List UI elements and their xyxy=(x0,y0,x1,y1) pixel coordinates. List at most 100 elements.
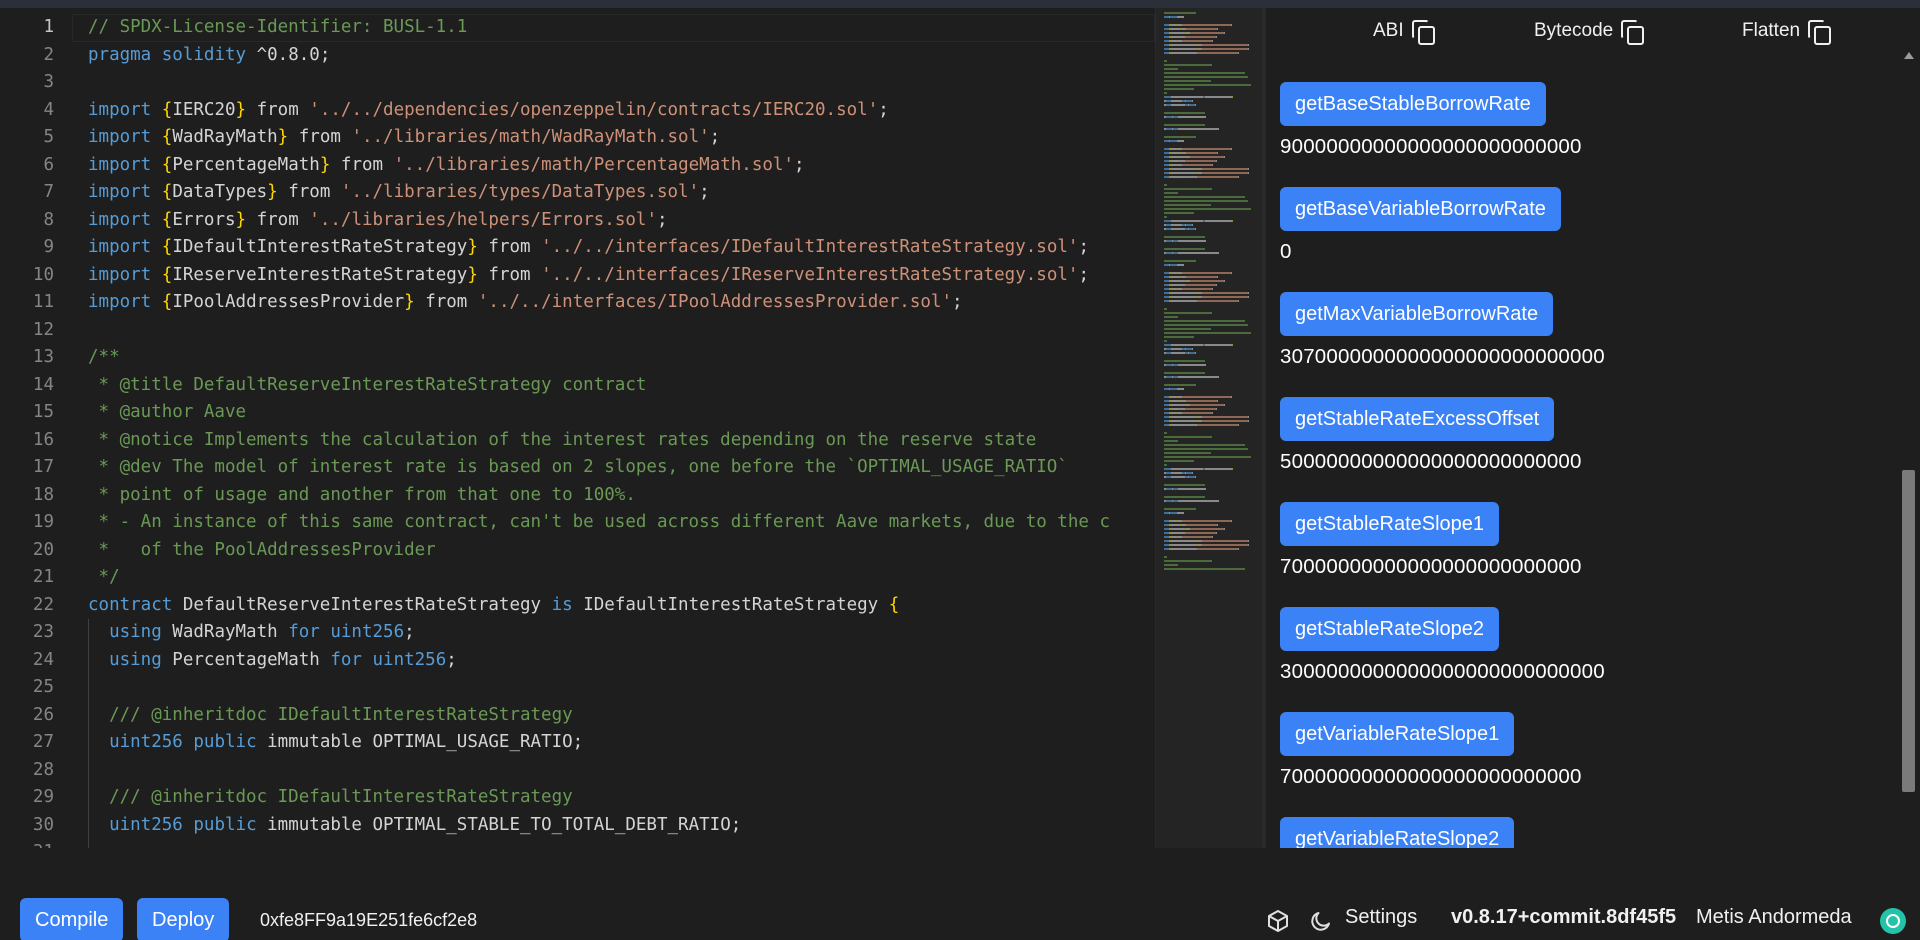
code-line[interactable]: 28 xyxy=(0,757,1155,785)
code-line[interactable]: 7 import {DataTypes} from '../libraries/t… xyxy=(0,179,1155,207)
code-editor[interactable]: 1 // SPDX-License-Identifier: BUSL-1.1 2 pr… xyxy=(0,8,1155,848)
code-text[interactable]: using PercentageMath for uint256; xyxy=(88,647,457,675)
code-text[interactable]: * of the PoolAddressesProvider xyxy=(88,537,436,565)
compile-button[interactable]: Compile xyxy=(20,898,124,940)
code-line[interactable]: 20 * of the PoolAddressesProvider xyxy=(0,537,1155,565)
minimap-mark xyxy=(1171,104,1185,106)
function-call-button[interactable]: getMaxVariableBorrowRate xyxy=(1280,292,1554,336)
code-text[interactable]: */ xyxy=(88,564,120,592)
compiler-version[interactable]: v0.8.17+commit.8df45f5 xyxy=(1451,906,1684,929)
code-line[interactable]: 4 import {IERC20} from '../../dependencie… xyxy=(0,97,1155,125)
moon-icon[interactable] xyxy=(1309,909,1333,933)
scroll-up-arrow-icon[interactable] xyxy=(1904,52,1914,59)
code-text[interactable]: * @title DefaultReserveInterestRateStrat… xyxy=(88,372,647,400)
function-call-button[interactable]: getStableRateSlope2 xyxy=(1280,607,1500,651)
code-line[interactable]: 14 * @title DefaultReserveInterestRateSt… xyxy=(0,372,1155,400)
code-text[interactable]: * @dev The model of interest rate is bas… xyxy=(88,454,1068,482)
code-line[interactable]: 17 * @dev The model of interest rate is … xyxy=(0,454,1155,482)
code-line[interactable]: 6 import {PercentageMath} from '../librar… xyxy=(0,152,1155,180)
tab-bytecode[interactable]: Bytecode xyxy=(1534,14,1645,48)
code-text[interactable]: * - An instance of this same contract, c… xyxy=(88,509,1110,537)
code-text[interactable]: pragma solidity ^0.8.0; xyxy=(88,42,330,70)
code-text[interactable]: import {IERC20} from '../../dependencies… xyxy=(88,97,889,125)
minimap-mark xyxy=(1170,264,1177,266)
code-line[interactable]: 23 using WadRayMath for uint256; xyxy=(0,619,1155,647)
code-text[interactable]: import {WadRayMath} from '../libraries/m… xyxy=(88,124,720,152)
code-line[interactable]: 10 import {IReserveInterestRateStrategy} … xyxy=(0,262,1155,290)
code-text[interactable]: import {DataTypes} from '../libraries/ty… xyxy=(88,179,710,207)
tab-abi[interactable]: ABI xyxy=(1373,14,1435,48)
code-line[interactable]: 24 using PercentageMath for uint256; xyxy=(0,647,1155,675)
code-token: */ xyxy=(88,567,120,587)
cube-icon[interactable] xyxy=(1266,909,1290,933)
function-call-button[interactable]: getVariableRateSlope2 xyxy=(1280,817,1515,848)
code-line[interactable]: 31 xyxy=(0,839,1155,848)
code-line[interactable]: 27 uint256 public immutable OPTIMAL_USAG… xyxy=(0,729,1155,757)
line-number: 27 xyxy=(32,732,54,752)
code-line[interactable]: 3 xyxy=(0,69,1155,97)
code-text[interactable]: // SPDX-License-Identifier: BUSL-1.1 xyxy=(88,14,467,42)
tab-flatten[interactable]: Flatten xyxy=(1742,14,1832,48)
contract-address-field[interactable] xyxy=(260,898,482,940)
minimap-mark xyxy=(1197,548,1238,550)
code-text[interactable]: /// @inheritdoc IDefaultInterestRateStra… xyxy=(88,702,573,730)
code-text[interactable]: import {IPoolAddressesProvider} from '..… xyxy=(88,289,963,317)
code-line[interactable]: 13 /** xyxy=(0,344,1155,372)
code-text[interactable]: * @author Aave xyxy=(88,399,247,427)
minimap-mark xyxy=(1248,292,1249,294)
code-line[interactable]: 15 * @author Aave xyxy=(0,399,1155,427)
code-line[interactable]: 2 pragma solidity ^0.8.0; xyxy=(0,42,1155,70)
minimap-mark xyxy=(1202,44,1248,46)
minimap-mark xyxy=(1164,464,1167,466)
minimap-mark xyxy=(1178,252,1219,254)
code-text[interactable]: /** xyxy=(88,344,120,372)
code-line[interactable]: 5 import {WadRayMath} from '../libraries/… xyxy=(0,124,1155,152)
settings-link[interactable]: Settings xyxy=(1345,906,1417,929)
copy-icon[interactable] xyxy=(1808,20,1832,45)
network-name[interactable]: Metis Andormeda xyxy=(1696,906,1852,929)
code-text[interactable]: * @notice Implements the calculation of … xyxy=(88,427,1037,455)
line-number: 16 xyxy=(32,429,54,450)
code-line[interactable]: 30 uint256 public immutable OPTIMAL_STAB… xyxy=(0,812,1155,840)
code-text[interactable]: uint256 public immutable OPTIMAL_STABLE_… xyxy=(88,812,741,840)
code-text[interactable]: import {Errors} from '../libraries/helpe… xyxy=(88,207,668,235)
code-text[interactable]: /// @inheritdoc IDefaultInterestRateStra… xyxy=(88,784,573,812)
code-line[interactable]: 9 import {IDefaultInterestRateStrategy} f… xyxy=(0,234,1155,262)
code-line[interactable]: 22 contract DefaultReserveInterestRateStr… xyxy=(0,592,1155,620)
function-call-button[interactable]: getStableRateExcessOffset xyxy=(1280,397,1555,441)
code-text[interactable]: import {PercentageMath} from '../librari… xyxy=(88,152,805,180)
minimap-mark xyxy=(1164,556,1167,558)
code-text[interactable]: using WadRayMath for uint256; xyxy=(88,619,415,647)
function-call-button[interactable]: getStableRateSlope1 xyxy=(1280,502,1500,546)
code-line[interactable]: 8 import {Errors} from '../libraries/help… xyxy=(0,207,1155,235)
function-call-button[interactable]: getBaseVariableBorrowRate xyxy=(1280,187,1561,231)
code-text[interactable]: uint256 public immutable OPTIMAL_USAGE_R… xyxy=(88,729,583,757)
code-line[interactable]: 18 * point of usage and another from tha… xyxy=(0,482,1155,510)
code-line[interactable]: 29 /// @inheritdoc IDefaultInterestRateS… xyxy=(0,784,1155,812)
copy-icon[interactable] xyxy=(1621,20,1645,45)
code-line[interactable]: 12 xyxy=(0,317,1155,345)
code-text[interactable]: import {IDefaultInterestRateStrategy} fr… xyxy=(88,234,1089,262)
function-call-button[interactable]: getVariableRateSlope1 xyxy=(1280,712,1515,756)
code-token: '../../interfaces/IDefaultInterestRateSt… xyxy=(541,237,1079,257)
code-text[interactable]: import {IReserveInterestRateStrategy} fr… xyxy=(88,262,1089,290)
code-text[interactable]: * point of usage and another from that o… xyxy=(88,482,636,510)
editor-minimap[interactable] xyxy=(1155,8,1265,848)
code-line[interactable]: 26 /// @inheritdoc IDefaultInterestRateS… xyxy=(0,702,1155,730)
code-text[interactable]: contract DefaultReserveInterestRateStrat… xyxy=(88,592,899,620)
code-line[interactable]: 21 */ xyxy=(0,564,1155,592)
code-line[interactable]: 1 // SPDX-License-Identifier: BUSL-1.1 xyxy=(0,14,1155,42)
code-line[interactable]: 25 xyxy=(0,674,1155,702)
code-line[interactable]: 19 * - An instance of this same contract… xyxy=(0,509,1155,537)
scrollbar-thumb[interactable] xyxy=(1902,470,1915,792)
panel-scrollbar[interactable] xyxy=(1898,46,1920,886)
network-icon[interactable] xyxy=(1880,908,1906,934)
deploy-button[interactable]: Deploy xyxy=(137,898,230,940)
copy-icon[interactable] xyxy=(1411,20,1435,45)
minimap-slider[interactable] xyxy=(1156,8,1265,848)
minimap-mark xyxy=(1171,472,1182,474)
function-call-button[interactable]: getBaseStableBorrowRate xyxy=(1280,82,1546,126)
minimap-mark xyxy=(1217,152,1218,154)
code-line[interactable]: 11 import {IPoolAddressesProvider} from '… xyxy=(0,289,1155,317)
code-line[interactable]: 16 * @notice Implements the calculation … xyxy=(0,427,1155,455)
